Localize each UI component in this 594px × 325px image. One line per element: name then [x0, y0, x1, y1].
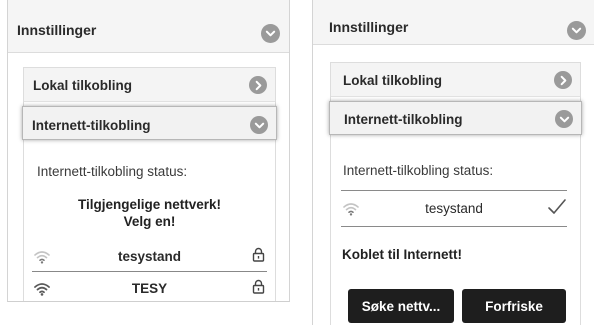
checkmark-icon — [548, 199, 566, 214]
settings-header[interactable]: Innstillinger — [8, 0, 289, 53]
chevron-down-icon[interactable] — [567, 21, 586, 40]
chevron-down-icon[interactable] — [555, 110, 573, 128]
network-divider — [341, 190, 567, 191]
internet-connection-label: Internett-tilkobling — [32, 118, 151, 133]
refresh-button[interactable]: Forfriske — [462, 289, 566, 323]
notice-line-2: Velg en! — [123, 214, 176, 229]
settings-panel-right: Innstillinger Lokal tilkobling Internett… — [312, 0, 594, 325]
settings-header[interactable]: Innstillinger — [313, 0, 594, 45]
chevron-right-icon[interactable] — [554, 71, 572, 89]
connection-section: Lokal tilkobling Internett-tilkobling In… — [329, 62, 582, 325]
network-ssid: tesystand — [425, 201, 483, 216]
network-divider — [341, 226, 567, 227]
internet-connection-header[interactable]: Internett-tilkobling — [329, 101, 582, 135]
local-connection-header[interactable]: Lokal tilkobling — [331, 63, 580, 97]
connected-network-row[interactable]: tesystand — [341, 196, 567, 222]
chevron-right-icon[interactable] — [249, 76, 267, 94]
network-divider — [32, 271, 267, 272]
lock-icon — [252, 279, 265, 294]
internet-status-label: Internett-tilkobling status: — [343, 163, 494, 178]
local-connection-header[interactable]: Lokal tilkobling — [24, 68, 275, 102]
chevron-down-icon[interactable] — [250, 116, 268, 134]
notice-line-1: Tilgjengelige nettverk! — [77, 197, 222, 212]
settings-title: Innstillinger — [329, 19, 409, 35]
network-ssid: TESY — [131, 281, 168, 296]
network-row[interactable]: tesystand — [32, 244, 267, 270]
connected-message: Koblet til Internett! — [342, 247, 462, 262]
chevron-down-icon[interactable] — [261, 24, 280, 43]
settings-panel-left: Innstillinger Lokal tilkobling Internett… — [7, 0, 290, 302]
settings-title: Innstillinger — [17, 22, 97, 38]
local-connection-label: Lokal tilkobling — [33, 78, 133, 93]
local-connection-label: Lokal tilkobling — [343, 73, 443, 88]
network-ssid: tesystand — [117, 249, 182, 264]
internet-status-label: Internett-tilkobling status: — [37, 164, 188, 179]
connection-section: Lokal tilkobling Internett-tilkobling In… — [22, 67, 277, 301]
network-row[interactable]: TESY — [32, 276, 267, 301]
search-networks-button[interactable]: Søke nettv... — [348, 289, 454, 323]
internet-connection-label: Internett-tilkobling — [344, 112, 463, 127]
internet-connection-header[interactable]: Internett-tilkobling — [22, 106, 277, 140]
lock-icon — [252, 247, 265, 262]
available-networks-notice: Tilgjengelige nettverk! Velg en! — [24, 196, 275, 230]
